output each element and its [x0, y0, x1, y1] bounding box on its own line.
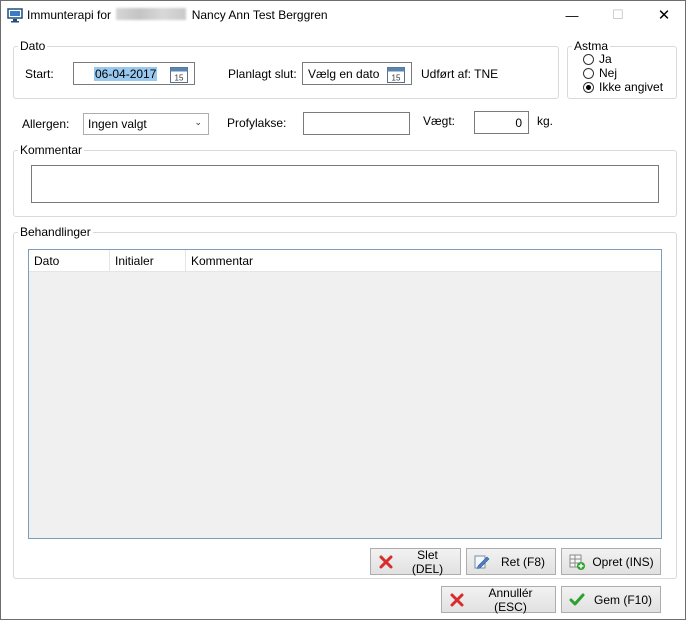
save-button[interactable]: Gem (F10) [561, 586, 661, 613]
monitor-icon [7, 8, 23, 23]
behandlinger-legend: Behandlinger [20, 225, 91, 239]
kg-unit-label: kg. [537, 114, 554, 128]
chevron-down-icon: ⌄ [194, 117, 202, 127]
radio-button[interactable] [583, 67, 594, 79]
titlebar: Immunterapi for Nancy Ann Test Berggren … [1, 1, 685, 29]
cancel-button-label: Annullér (ESC) [488, 585, 533, 614]
dato-legend: Dato [20, 39, 46, 53]
column-header-initialer[interactable]: Initialer [110, 250, 186, 272]
vaegt-label: Vægt: [423, 114, 456, 128]
minimize-button[interactable]: — [549, 1, 595, 29]
cancel-button[interactable]: Annullér (ESC) [441, 585, 556, 614]
table-header: Dato Initialer Kommentar [29, 250, 661, 272]
behandlinger-table[interactable]: Dato Initialer Kommentar [28, 249, 662, 539]
create-button-label: Opret (INS) [592, 554, 654, 569]
checkmark-icon [568, 591, 586, 609]
calendar-icon[interactable]: 15 [170, 66, 188, 83]
save-button-label: Gem (F10) [593, 592, 652, 607]
planned-end-date-picker[interactable]: Vælg en dato 15 [302, 62, 412, 85]
astma-legend: Astma [574, 39, 609, 53]
column-header-kommentar[interactable]: Kommentar [186, 250, 661, 272]
svg-text:15: 15 [392, 74, 401, 83]
close-button[interactable]: ✕ [641, 1, 686, 29]
astma-option-label: Nej [599, 66, 618, 80]
redacted-id [116, 8, 187, 20]
start-date-value: 06-04-2017 [94, 67, 158, 81]
allergen-label: Allergen: [22, 117, 70, 131]
immunterapi-window: Immunterapi for Nancy Ann Test Berggren … [0, 0, 686, 620]
performed-by-label: Udført af: TNE [421, 67, 499, 81]
window-title: Immunterapi for Nancy Ann Test Berggren [27, 8, 328, 22]
delete-x-icon [377, 553, 395, 571]
create-button[interactable]: Opret (INS) [561, 548, 661, 575]
radio-button-selected[interactable] [583, 81, 594, 93]
astma-option-ikke-angivet[interactable]: Ikke angivet [583, 80, 663, 94]
kommentar-textarea[interactable] [31, 165, 659, 203]
delete-button[interactable]: Slet (DEL) [370, 547, 461, 576]
edit-button[interactable]: Ret (F8) [466, 548, 556, 575]
planned-end-label: Planlagt slut: [228, 67, 297, 81]
edit-pencil-icon [473, 553, 491, 571]
start-date-picker[interactable]: 06-04-2017 15 [73, 62, 195, 85]
title-prefix: Immunterapi for [27, 8, 112, 22]
patient-name: Nancy Ann Test Berggren [191, 8, 328, 22]
allergen-value: Ingen valgt [88, 117, 147, 131]
edit-button-label: Ret (F8) [500, 554, 545, 569]
kommentar-legend: Kommentar [20, 143, 83, 157]
add-row-icon [568, 553, 586, 571]
cancel-x-icon [448, 591, 466, 609]
planned-end-value: Vælg en dato [308, 67, 380, 81]
maximize-button[interactable]: ☐ [595, 1, 641, 29]
radio-button[interactable] [583, 53, 594, 65]
profylakse-input[interactable] [303, 112, 410, 135]
svg-text:15: 15 [175, 74, 184, 83]
astma-option-nej[interactable]: Nej [583, 66, 617, 80]
vaegt-input[interactable]: 0 [474, 111, 529, 134]
astma-option-label: Ikke angivet [599, 80, 664, 94]
allergen-select[interactable]: Ingen valgt ⌄ [83, 113, 209, 135]
astma-option-label: Ja [599, 52, 612, 66]
calendar-icon[interactable]: 15 [387, 66, 405, 83]
delete-button-label: Slet (DEL) [411, 547, 444, 576]
profylakse-label: Profylakse: [227, 116, 287, 130]
start-label: Start: [25, 67, 54, 81]
astma-option-ja[interactable]: Ja [583, 52, 612, 66]
column-header-dato[interactable]: Dato [29, 250, 110, 272]
